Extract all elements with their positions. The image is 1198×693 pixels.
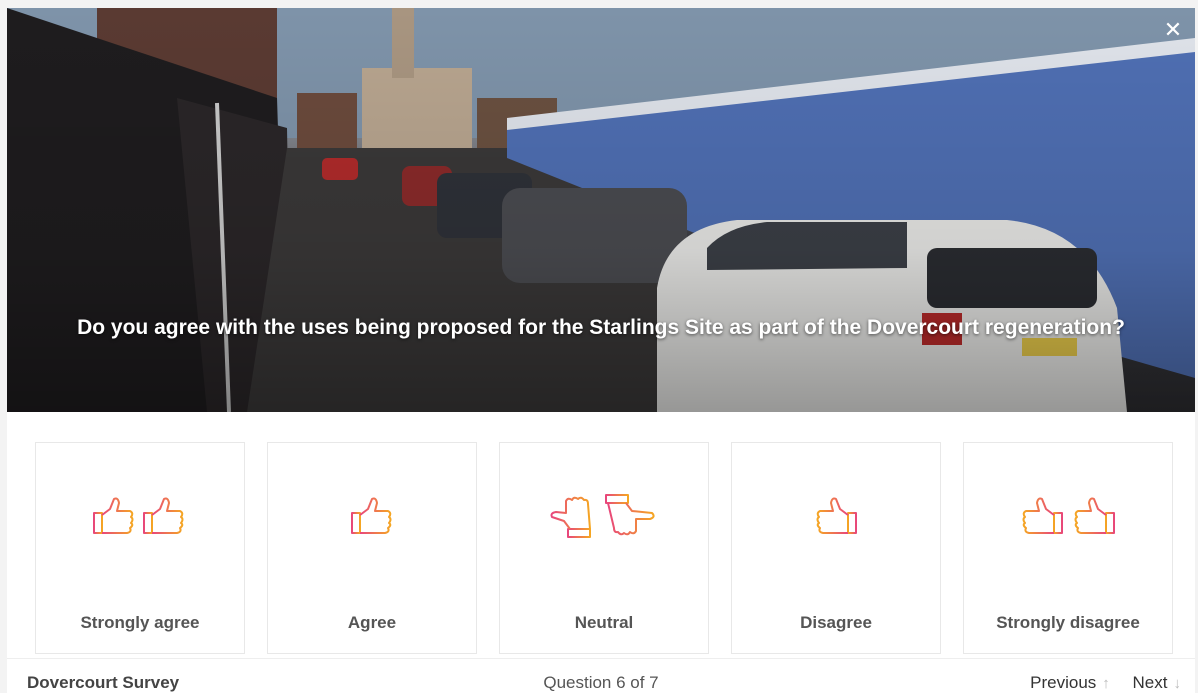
- hero-overlay: [7, 8, 1195, 412]
- option-label: Disagree: [800, 613, 872, 632]
- double-thumbs-down-icon: [964, 491, 1172, 541]
- arrow-up-icon: ↑: [1102, 675, 1110, 692]
- next-label: Next: [1132, 673, 1168, 692]
- survey-footer: Dovercourt Survey Question 6 of 7 Previo…: [7, 658, 1195, 693]
- hero-image: ✕ Do you agree with the uses being propo…: [7, 8, 1195, 412]
- previous-button[interactable]: Previous ↑: [1030, 673, 1110, 692]
- option-label: Agree: [347, 613, 397, 632]
- neutral-hands-icon: [500, 491, 708, 541]
- previous-label: Previous: [1030, 673, 1097, 692]
- close-button[interactable]: ✕: [1161, 18, 1185, 42]
- option-strongly-disagree[interactable]: Strongly disagree: [963, 442, 1173, 654]
- question-text: Do you agree with the uses being propose…: [77, 316, 1125, 339]
- question-navigation: Previous ↑ Next ↓: [1012, 673, 1181, 693]
- option-strongly-agree[interactable]: Strongly agree: [35, 442, 245, 654]
- option-label: Strongly agree: [80, 613, 200, 632]
- double-thumbs-up-icon: [36, 491, 244, 541]
- option-neutral[interactable]: Neutral: [499, 442, 709, 654]
- option-label: Neutral: [574, 613, 634, 632]
- survey-modal: ✕ Do you agree with the uses being propo…: [7, 8, 1195, 693]
- next-button[interactable]: Next ↓: [1133, 673, 1181, 692]
- option-agree[interactable]: Agree: [267, 442, 477, 654]
- thumbs-down-icon: [732, 491, 940, 541]
- arrow-down-icon: ↓: [1173, 675, 1182, 692]
- option-label: Strongly disagree: [996, 613, 1140, 632]
- answer-options: Strongly agree Agree Neutral Disagree St…: [35, 442, 1173, 656]
- thumbs-up-icon: [268, 491, 476, 541]
- option-disagree[interactable]: Disagree: [731, 442, 941, 654]
